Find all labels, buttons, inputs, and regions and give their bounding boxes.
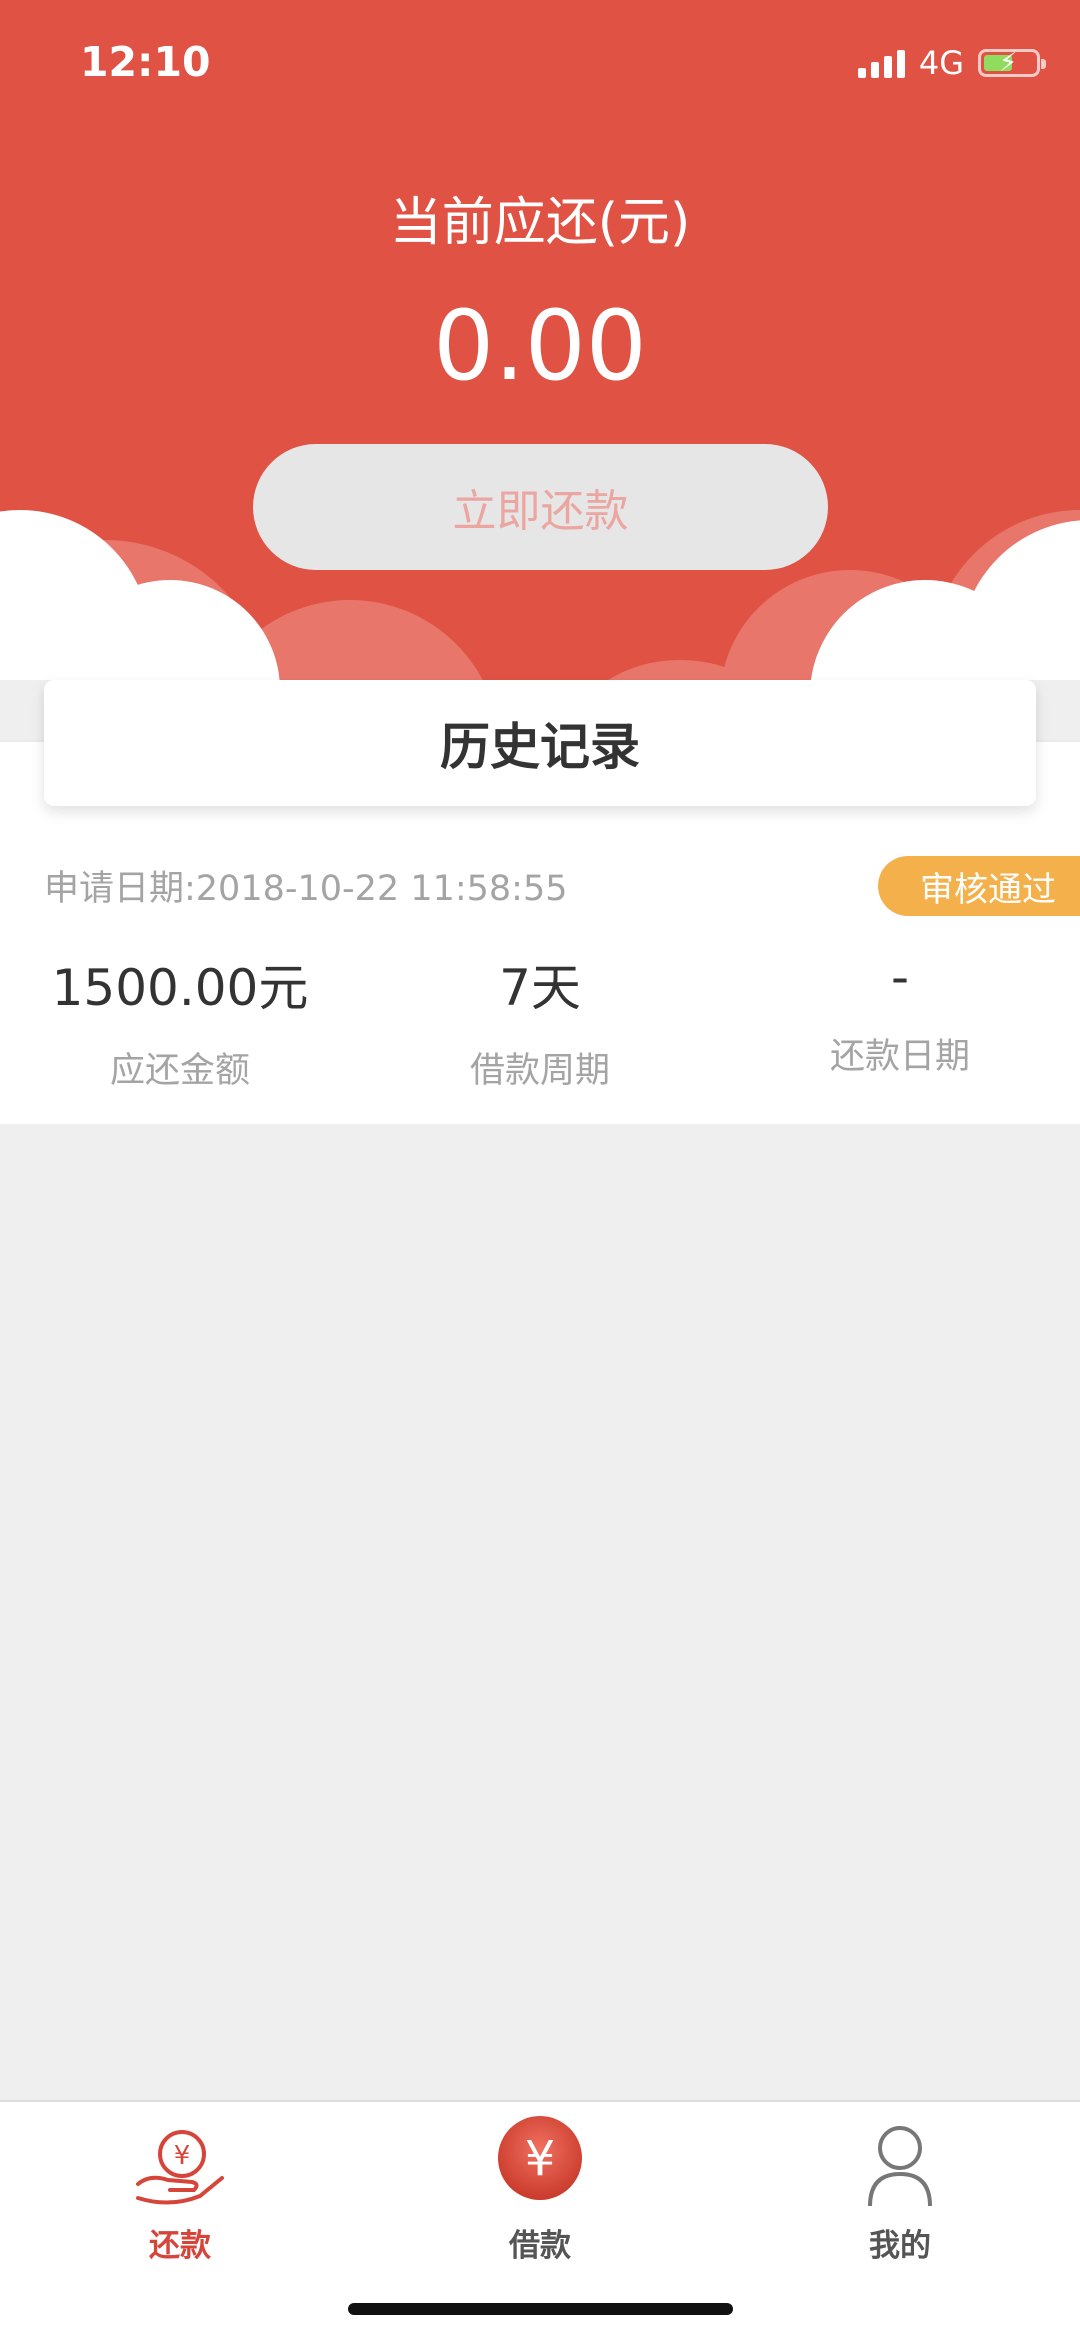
status-indicators: 4G ⚡ [857, 44, 1046, 82]
svg-text:¥: ¥ [525, 2131, 556, 2187]
cloud-decoration [960, 520, 1080, 680]
stat-label: 应还金额 [109, 1051, 250, 1091]
network-type: 4G [918, 44, 964, 82]
stat-loan-period: 7天 借款周期 [360, 948, 720, 1093]
tab-repay[interactable]: ¥ 还款 [0, 2102, 360, 2264]
repay-now-button[interactable]: 立即还款 [253, 444, 828, 570]
svg-text:¥: ¥ [174, 2141, 191, 2171]
stat-label: 借款周期 [469, 1051, 610, 1091]
apply-date: 申请日期:2018-10-22 11:58:55 [44, 869, 568, 909]
repay-hand-yen-icon: ¥ [136, 2130, 224, 2205]
home-indicator [348, 2303, 733, 2315]
tab-label: 还款 [149, 2228, 211, 2264]
stat-repay-date: - 还款日期 [720, 948, 1080, 1079]
stat-value: 7天 [499, 959, 581, 1017]
amount-due-title: 当前应还(元) [389, 193, 691, 253]
tab-profile[interactable]: 我的 [720, 2102, 1080, 2264]
stat-label: 还款日期 [829, 1037, 970, 1077]
user-icon [868, 2126, 932, 2207]
battery-icon: ⚡ [978, 48, 1046, 78]
stat-value: - [890, 948, 910, 1006]
signal-icon [857, 48, 905, 78]
repayment-header: 12:10 4G ⚡ 当前应还(元) 0.00 立即还款 [0, 0, 1080, 680]
history-title-card: 历史记录 [44, 680, 1036, 806]
amount-due-value: 0.00 [433, 290, 647, 402]
yen-coin-icon: ¥ [498, 2116, 582, 2200]
tab-borrow[interactable]: ¥ 借款 [360, 2102, 720, 2264]
stat-amount-due: 1500.00元 应还金额 [0, 948, 360, 1093]
status-bar: 12:10 4G ⚡ [0, 0, 1080, 130]
tab-label: 我的 [869, 2228, 931, 2264]
tab-label: 借款 [509, 2228, 571, 2264]
status-time: 12:10 [80, 38, 211, 86]
stat-value: 1500.00元 [51, 959, 309, 1017]
status-badge: 审核通过 [878, 856, 1080, 916]
